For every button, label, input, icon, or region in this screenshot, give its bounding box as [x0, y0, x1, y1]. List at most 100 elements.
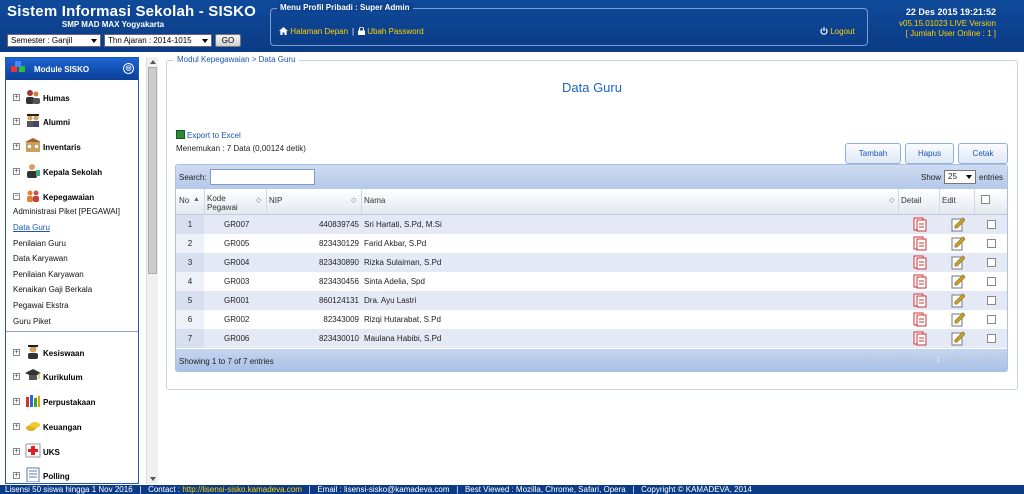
- cell-nip: 823430010: [318, 334, 359, 343]
- row-checkbox[interactable]: [987, 334, 996, 343]
- sort-icon[interactable]: ◇: [889, 196, 894, 204]
- cell-nip: 440839745: [318, 220, 359, 229]
- table-row[interactable]: 2 GR005 823430129 Farid Akbar, S.Pd: [176, 234, 1007, 253]
- collapse-icon[interactable]: ◎: [123, 63, 134, 74]
- footer-separator: |: [308, 485, 311, 494]
- detail-icon[interactable]: [913, 312, 927, 327]
- module-label: Kepala Sekolah: [43, 168, 103, 177]
- subitem-pegawai-ekstra[interactable]: Pegawai Ekstra: [13, 301, 69, 310]
- table-row[interactable]: 6 GR002 82343009 Rizqi Hutarabat, S.Pd: [176, 310, 1007, 329]
- expand-icon[interactable]: +: [13, 472, 20, 479]
- detail-icon[interactable]: [913, 255, 927, 270]
- sidebar-scrollbar[interactable]: [146, 57, 158, 484]
- row-checkbox[interactable]: [987, 239, 996, 248]
- sort-asc-icon[interactable]: ▲: [193, 196, 200, 203]
- search-input[interactable]: [210, 169, 315, 185]
- row-checkbox[interactable]: [987, 315, 996, 324]
- expand-icon[interactable]: +: [13, 349, 20, 356]
- expand-icon[interactable]: +: [13, 398, 20, 405]
- row-checkbox[interactable]: [987, 258, 996, 267]
- menu-profil-title: Menu Profil Pribadi : Super Admin: [277, 3, 413, 12]
- home-link[interactable]: Halaman Depan: [279, 27, 348, 36]
- subitem-kenaikan-gaji[interactable]: Kenaikan Gaji Berkala: [13, 285, 92, 294]
- expand-icon[interactable]: +: [13, 143, 20, 150]
- col-no[interactable]: No: [179, 196, 189, 205]
- subitem-data-guru[interactable]: Data Guru: [13, 223, 50, 232]
- expand-icon[interactable]: +: [13, 423, 20, 430]
- tahun-ajaran-select[interactable]: Thn Ajaran : 2014-1015: [104, 34, 212, 47]
- headmaster-icon: [27, 164, 40, 178]
- logout-button[interactable]: Logout: [820, 27, 855, 36]
- col-nama[interactable]: Nama: [364, 196, 385, 205]
- edit-icon[interactable]: [951, 293, 965, 308]
- scroll-up-icon[interactable]: [150, 60, 156, 64]
- sort-icon[interactable]: ◇: [351, 196, 356, 204]
- table-row[interactable]: 5 GR001 860124131 Dra. Ayu Lastri: [176, 291, 1007, 310]
- expand-icon[interactable]: +: [13, 94, 20, 101]
- edit-icon[interactable]: [951, 236, 965, 251]
- subitem-penilaian-karyawan[interactable]: Penilaian Karyawan: [13, 270, 84, 279]
- subitem-guru-piket[interactable]: Guru Piket: [13, 317, 51, 326]
- first-page-button[interactable]: First: [866, 355, 882, 364]
- current-page-button[interactable]: 1: [936, 355, 940, 364]
- export-label: Export to Excel: [187, 131, 241, 140]
- go-button[interactable]: GO: [215, 34, 241, 47]
- detail-icon[interactable]: [913, 293, 927, 308]
- edit-icon[interactable]: [951, 217, 965, 232]
- copyright: Copyright © KAMADEVA, 2014: [641, 485, 752, 494]
- col-divider: [898, 189, 899, 215]
- contact-link[interactable]: http://lisensi-sisko.kamadeva.com: [182, 485, 302, 494]
- edit-icon[interactable]: [951, 274, 965, 289]
- row-checkbox[interactable]: [987, 277, 996, 286]
- table-row[interactable]: 7 GR006 823430010 Maulana Habibi, S.Pd: [176, 329, 1007, 348]
- expand-icon[interactable]: +: [13, 448, 20, 455]
- student-icon: [28, 345, 38, 359]
- table-row[interactable]: 3 GR004 823430890 Rizka Sulaiman, S.Pd: [176, 253, 1007, 272]
- row-checkbox[interactable]: [987, 220, 996, 229]
- detail-icon[interactable]: [913, 331, 927, 346]
- subitem-administrasi-piket[interactable]: Administrasi Piket [PEGAWAI]: [13, 207, 120, 216]
- breadcrumb[interactable]: Modul Kepegawaian > Data Guru: [174, 55, 299, 64]
- edit-icon[interactable]: [951, 312, 965, 327]
- subitem-data-karyawan[interactable]: Data Karyawan: [13, 254, 68, 263]
- expand-icon[interactable]: +: [13, 168, 20, 175]
- detail-icon[interactable]: [913, 236, 927, 251]
- previous-page-button[interactable]: Previous: [894, 355, 925, 364]
- school-name: SMP MAD MAX Yogyakarta: [61, 20, 165, 29]
- tambah-button[interactable]: Tambah: [845, 143, 901, 164]
- cell-nama: Maulana Habibi, S.Pd: [364, 334, 442, 343]
- col-nip[interactable]: NIP: [269, 196, 282, 205]
- last-page-button[interactable]: Last: [978, 355, 993, 364]
- datetime: 22 Des 2015 19:21:52: [905, 7, 996, 17]
- row-checkbox[interactable]: [987, 296, 996, 305]
- detail-icon[interactable]: [913, 217, 927, 232]
- detail-icon[interactable]: [913, 274, 927, 289]
- table-row[interactable]: 1 GR007 440839745 Sri Hartati, S.Pd, M.Si: [176, 215, 1007, 234]
- coins-icon: [26, 422, 40, 431]
- home-icon: [279, 27, 288, 35]
- chevron-down-icon: [202, 39, 208, 43]
- hapus-button[interactable]: Hapus: [905, 143, 954, 164]
- show-label: Show: [921, 173, 942, 182]
- data-table: Search: Show 25 entries No ▲ Kode Pegawa…: [175, 164, 1008, 372]
- table-row[interactable]: 4 GR003 823430456 Sinta Adelia, Spd: [176, 272, 1007, 291]
- select-all-checkbox[interactable]: [981, 195, 990, 204]
- scroll-down-icon[interactable]: [150, 477, 156, 481]
- module-label: Kepegawaian: [43, 193, 95, 202]
- cetak-button[interactable]: Cetak: [958, 143, 1008, 164]
- scroll-thumb[interactable]: [148, 67, 157, 274]
- expand-icon[interactable]: +: [13, 373, 20, 380]
- change-password-link[interactable]: Ubah Password: [358, 26, 424, 36]
- edit-icon[interactable]: [951, 255, 965, 270]
- col-kode[interactable]: Kode Pegawai: [207, 194, 251, 212]
- edit-icon[interactable]: [951, 331, 965, 346]
- sort-icon[interactable]: ◇: [256, 196, 261, 204]
- page-size-select[interactable]: 25: [944, 170, 976, 184]
- collapse-icon[interactable]: −: [13, 193, 20, 200]
- logout-label: Logout: [830, 27, 855, 36]
- semester-select[interactable]: Semester : Ganjil: [7, 34, 101, 47]
- next-page-button[interactable]: Next: [950, 355, 966, 364]
- export-excel-link[interactable]: Export to Excel: [176, 130, 241, 140]
- expand-icon[interactable]: +: [13, 118, 20, 125]
- subitem-penilaian-guru[interactable]: Penilaian Guru: [13, 239, 66, 248]
